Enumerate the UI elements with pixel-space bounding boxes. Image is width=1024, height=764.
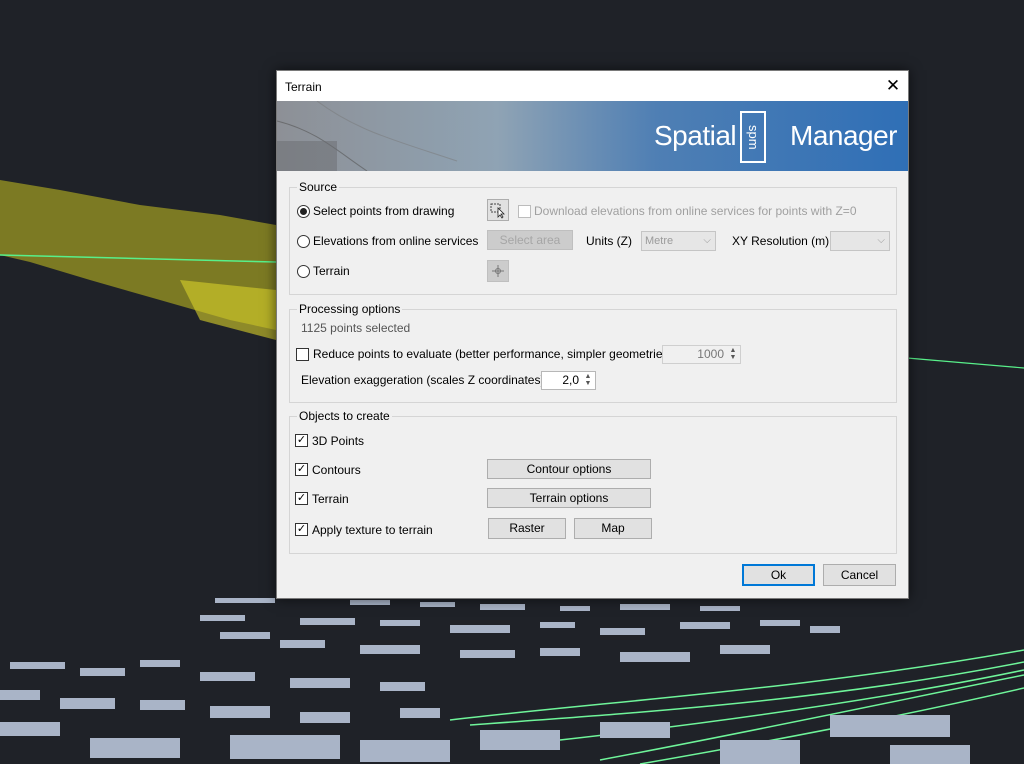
radio-terrain[interactable] [297,265,310,278]
chevron-down-icon: ⌵ [703,235,711,246]
reduce-points-stepper[interactable]: 1000 ▲ ▼ [662,345,741,364]
processing-legend: Processing options [297,302,403,316]
apply-texture-label[interactable]: Apply texture to terrain [312,523,433,537]
terrain-label[interactable]: Terrain [312,492,349,506]
title-bar: Terrain ✕ [277,71,908,101]
contours-label[interactable]: Contours [312,463,361,477]
points-checkbox[interactable]: ✓ [295,434,308,447]
ok-button[interactable]: Ok [742,564,815,586]
chevron-down-icon: ⌵ [877,235,885,246]
terrain-pick-button[interactable] [487,260,509,282]
brand-right: Manager [790,120,898,151]
exaggeration-label: Elevation exaggeration (scales Z coordin… [301,373,545,387]
units-select-value: Metre [645,235,674,247]
exaggeration-value: 2,0 [562,373,579,387]
download-elevations-checkbox[interactable] [518,205,531,218]
exaggeration-stepper[interactable]: 2,0 ▲ ▼ [541,371,596,390]
terrain-dialog: Terrain ✕ Spatial spm Manager Source Sel… [276,70,909,599]
banner: Spatial spm Manager [277,101,908,171]
select-points-button[interactable] [487,199,509,221]
source-legend: Source [297,180,340,194]
stepper-arrows-icon[interactable]: ▲ ▼ [727,347,739,362]
points-label[interactable]: 3D Points [312,434,364,448]
cancel-button[interactable]: Cancel [823,564,896,586]
apply-texture-checkbox[interactable]: ✓ [295,523,308,536]
close-button[interactable]: ✕ [878,71,908,101]
reduce-points-value: 1000 [697,347,724,361]
reduce-points-label[interactable]: Reduce points to evaluate (better perfor… [313,347,673,361]
radio-select-points[interactable] [297,205,310,218]
units-label: Units (Z) [586,234,632,248]
dialog-title: Terrain [285,80,322,94]
map-button[interactable]: Map [574,518,652,539]
objects-legend: Objects to create [297,409,392,423]
brand-left: Spatial [654,120,737,151]
stepper-arrows-icon[interactable]: ▲ ▼ [582,373,594,388]
radio-online-services-label[interactable]: Elevations from online services [313,234,478,248]
contour-options-button[interactable]: Contour options [487,459,651,479]
contours-checkbox[interactable]: ✓ [295,463,308,476]
terrain-checkbox[interactable]: ✓ [295,492,308,505]
cursor-select-icon [490,203,505,219]
brand-logo-mark: spm [740,111,766,163]
xy-resolution-label: XY Resolution (m) [732,234,830,248]
select-area-button[interactable]: Select area [487,230,573,250]
units-select[interactable]: Metre ⌵ [641,231,716,251]
radio-terrain-label[interactable]: Terrain [313,264,350,278]
radio-online-services[interactable] [297,235,310,248]
download-elevations-label[interactable]: Download elevations from online services… [534,204,857,218]
points-selected-status: 1125 points selected [301,321,411,335]
crosshair-icon [492,265,504,277]
raster-button[interactable]: Raster [488,518,566,539]
terrain-options-button[interactable]: Terrain options [487,488,651,508]
xy-resolution-select[interactable]: ⌵ [830,231,890,251]
radio-select-points-label[interactable]: Select points from drawing [313,204,454,218]
reduce-points-checkbox[interactable] [296,348,309,361]
